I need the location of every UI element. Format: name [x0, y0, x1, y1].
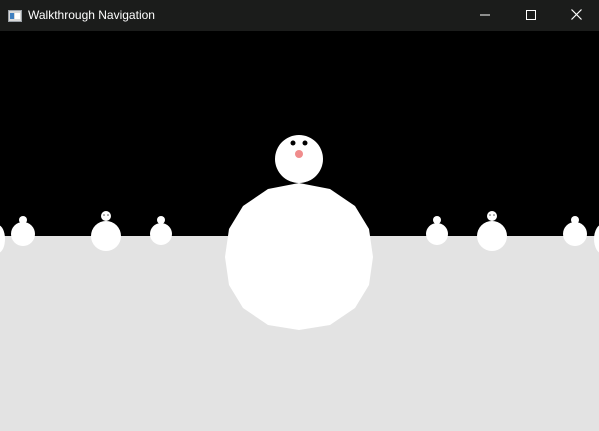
snowman-nose	[295, 150, 303, 158]
close-button[interactable]	[553, 0, 599, 31]
snowman-eye-right	[302, 140, 308, 146]
maximize-icon	[526, 7, 536, 25]
snowman-body	[225, 183, 373, 330]
app-window: Walkthrough Navigation	[0, 0, 599, 431]
minimize-icon	[480, 7, 490, 25]
title-bar[interactable]: Walkthrough Navigation	[0, 0, 599, 31]
snowman-eye-left	[290, 140, 296, 146]
3d-viewport[interactable]	[0, 31, 599, 431]
maximize-button[interactable]	[508, 0, 554, 31]
snowman-head	[275, 135, 323, 183]
minimize-button[interactable]	[462, 0, 508, 31]
window-title: Walkthrough Navigation	[28, 8, 155, 22]
close-icon	[570, 7, 582, 25]
app-icon	[8, 9, 22, 22]
